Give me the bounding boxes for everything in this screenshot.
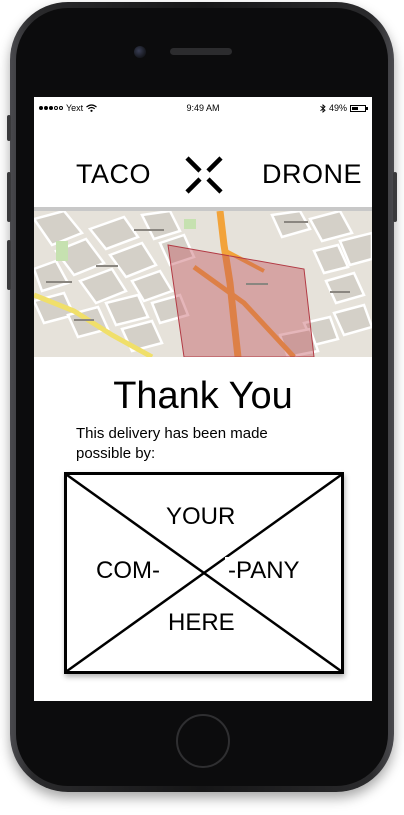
power-button (393, 172, 397, 222)
brand-word-right: DRONE (262, 159, 363, 189)
map-image (34, 209, 372, 360)
front-camera (134, 46, 146, 58)
delivery-map[interactable] (34, 207, 372, 360)
battery-percent: 49% (328, 103, 347, 113)
brand-word-left: TACO (76, 159, 151, 189)
battery-icon (350, 104, 368, 112)
sponsor-text-bottom: HERE (165, 609, 238, 637)
volume-down-button (7, 240, 11, 290)
sponsor-text-top: YOUR (163, 503, 239, 531)
battery-level (352, 106, 358, 110)
earpiece-speaker (170, 48, 232, 55)
bluetooth-icon (320, 103, 326, 113)
sponsor-text-left: COM- (93, 557, 163, 585)
home-button[interactable] (176, 714, 230, 768)
volume-up-button (7, 172, 11, 222)
sponsor-logo-placeholder: YOUR COM- -PANY HERE (64, 472, 344, 674)
status-right: 49% (320, 103, 368, 113)
x-cross-icon (185, 156, 223, 194)
app-header: TACO DRONE (34, 119, 372, 207)
mute-switch (7, 115, 11, 141)
sponsor-text-right: -PANY (225, 557, 303, 585)
status-bar: Yext 9:49 AM 49% (34, 97, 372, 119)
sponsor-message: This delivery has been made possible by: (76, 425, 268, 462)
page-title: Thank You (113, 375, 293, 417)
screen: Yext 9:49 AM 49% TACO DRONE Thank You Th… (34, 97, 372, 701)
